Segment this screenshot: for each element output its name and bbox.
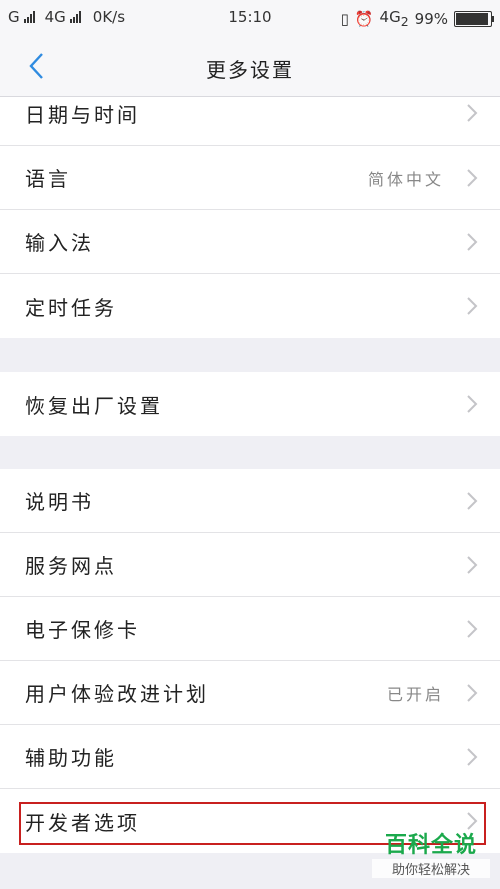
battery-percent: 99% — [414, 9, 448, 28]
settings-item-label: 用户体验改进计划 — [25, 682, 209, 706]
settings-item-label: 定时任务 — [25, 295, 117, 320]
page-title: 更多设置 — [206, 58, 294, 82]
chevron-right-icon — [467, 556, 478, 574]
status-bar: G 4G 0K/s 15:10 ▯ ⏰ 4G2 99% — [0, 0, 500, 36]
settings-item-value: 简体中文 — [367, 169, 444, 189]
settings-item-accessibility[interactable]: 辅助功能 — [0, 725, 500, 789]
settings-item-manual[interactable]: 说明书 — [0, 469, 500, 533]
chevron-right-icon — [467, 748, 478, 766]
settings-item-value: 已开启 — [386, 684, 444, 704]
settings-item-service-points[interactable]: 服务网点 — [0, 533, 500, 597]
chevron-right-icon — [467, 395, 478, 413]
nav-bar: 更多设置 — [0, 36, 500, 97]
settings-group-1: 日期与时间 语言 简体中文 输入法 定时任务 — [0, 97, 500, 338]
watermark-subtitle: 助你轻松解决 — [372, 859, 490, 878]
settings-item-input-method[interactable]: 输入法 — [0, 210, 500, 274]
chevron-right-icon — [467, 297, 478, 315]
settings-item-label: 日期与时间 — [25, 103, 140, 127]
settings-item-label: 输入法 — [25, 231, 94, 255]
network-right-label: 4G2 — [379, 8, 409, 29]
chevron-right-icon — [467, 492, 478, 510]
chevron-right-icon — [467, 684, 478, 702]
settings-item-label: 辅助功能 — [25, 746, 117, 770]
settings-item-label: 电子保修卡 — [25, 618, 140, 642]
settings-item-date-time[interactable]: 日期与时间 — [0, 97, 500, 146]
settings-item-language[interactable]: 语言 简体中文 — [0, 146, 500, 210]
settings-item-warranty-card[interactable]: 电子保修卡 — [0, 597, 500, 661]
watermark-title: 百科全说 — [384, 833, 477, 858]
settings-item-label: 说明书 — [25, 490, 94, 514]
chevron-right-icon — [467, 169, 478, 187]
watermark-logo: 百科全说 助你轻松解决 — [372, 827, 490, 883]
alarm-icon: ⏰ — [354, 9, 374, 28]
settings-group-3: 说明书 服务网点 电子保修卡 用户体验改进计划 已开启 辅助功能 开发者选项 — [0, 469, 500, 853]
chevron-right-icon — [467, 233, 478, 251]
settings-item-factory-reset[interactable]: 恢复出厂设置 — [0, 372, 500, 436]
settings-item-label: 服务网点 — [25, 554, 117, 578]
settings-item-label: 恢复出厂设置 — [25, 393, 163, 418]
chevron-right-icon — [467, 620, 478, 638]
status-right: ▯ ⏰ 4G2 99% — [340, 8, 494, 29]
settings-item-label: 语言 — [25, 167, 71, 191]
vibrate-icon: ▯ — [340, 9, 349, 28]
chevron-right-icon — [467, 104, 478, 122]
settings-item-user-experience[interactable]: 用户体验改进计划 已开启 — [0, 661, 500, 725]
settings-item-scheduled-tasks[interactable]: 定时任务 — [0, 274, 500, 338]
battery-icon — [454, 10, 494, 27]
settings-group-2: 恢复出厂设置 — [0, 372, 500, 436]
